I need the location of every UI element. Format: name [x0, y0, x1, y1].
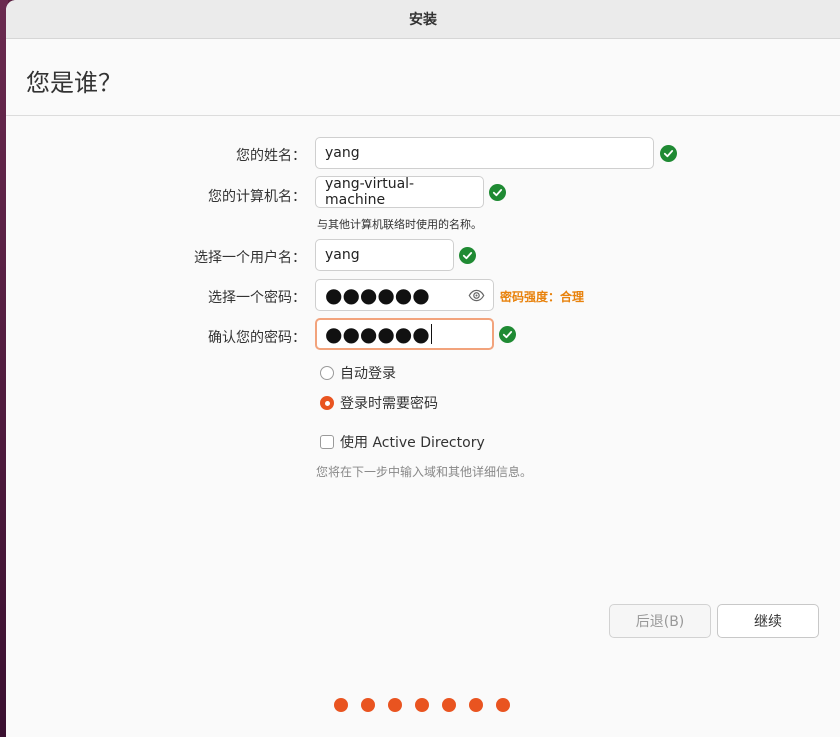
confirm-password-field[interactable]: ●●●●●● — [315, 318, 494, 350]
require-password-option[interactable]: 登录时需要密码 — [320, 393, 438, 413]
computer-name-check-icon — [489, 184, 506, 201]
confirm-password-label: 确认您的密码： — [208, 330, 306, 346]
back-button[interactable]: 后退(B) — [609, 604, 711, 638]
username-value: yang — [325, 247, 360, 263]
progress-dot — [469, 698, 483, 712]
password-field[interactable]: ●●●●●● — [315, 279, 494, 311]
auto-login-option[interactable]: 自动登录 — [320, 363, 396, 383]
confirm-password-value: ●●●●●● — [325, 322, 430, 346]
password-strength: 密码强度：合理 — [500, 290, 585, 304]
installer-window: 安装 您是谁？ 您的姓名： yang 您的计算机名： yang-virtual-… — [6, 0, 840, 737]
require-password-label: 登录时需要密码 — [340, 396, 438, 412]
password-label: 选择一个密码： — [208, 290, 306, 306]
require-password-radio[interactable] — [320, 396, 334, 410]
continue-button[interactable]: 继续 — [717, 604, 819, 638]
eye-icon[interactable] — [468, 287, 485, 308]
name-value: yang — [325, 145, 360, 161]
auto-login-radio[interactable] — [320, 366, 334, 380]
computer-name-label: 您的计算机名： — [208, 189, 306, 205]
name-check-icon — [660, 145, 677, 162]
confirm-password-check-icon — [499, 326, 516, 343]
username-label: 选择一个用户名： — [194, 250, 306, 266]
username-check-icon — [459, 247, 476, 264]
name-field[interactable]: yang — [315, 137, 654, 169]
text-caret — [430, 324, 432, 344]
password-value: ●●●●●● — [325, 283, 430, 307]
computer-name-field[interactable]: yang-virtual-machine — [315, 176, 484, 208]
computer-name-hint: 与其他计算机联络时使用的名称。 — [317, 218, 482, 231]
username-field[interactable]: yang — [315, 239, 454, 271]
progress-dot — [496, 698, 510, 712]
progress-dot — [442, 698, 456, 712]
active-directory-label: 使用 Active Directory — [340, 435, 485, 451]
active-directory-checkbox[interactable] — [320, 435, 334, 449]
active-directory-hint: 您将在下一步中输入域和其他详细信息。 — [316, 465, 533, 479]
header-divider — [6, 115, 840, 116]
step-progress — [334, 698, 510, 712]
progress-dot — [415, 698, 429, 712]
progress-dot — [388, 698, 402, 712]
page-title: 您是谁？ — [26, 69, 122, 97]
computer-name-value: yang-virtual-machine — [325, 176, 415, 208]
progress-dot — [361, 698, 375, 712]
progress-dot — [334, 698, 348, 712]
active-directory-option[interactable]: 使用 Active Directory — [320, 432, 485, 452]
name-label: 您的姓名： — [236, 148, 306, 164]
window-title: 安装 — [6, 0, 840, 39]
auto-login-label: 自动登录 — [340, 366, 396, 382]
